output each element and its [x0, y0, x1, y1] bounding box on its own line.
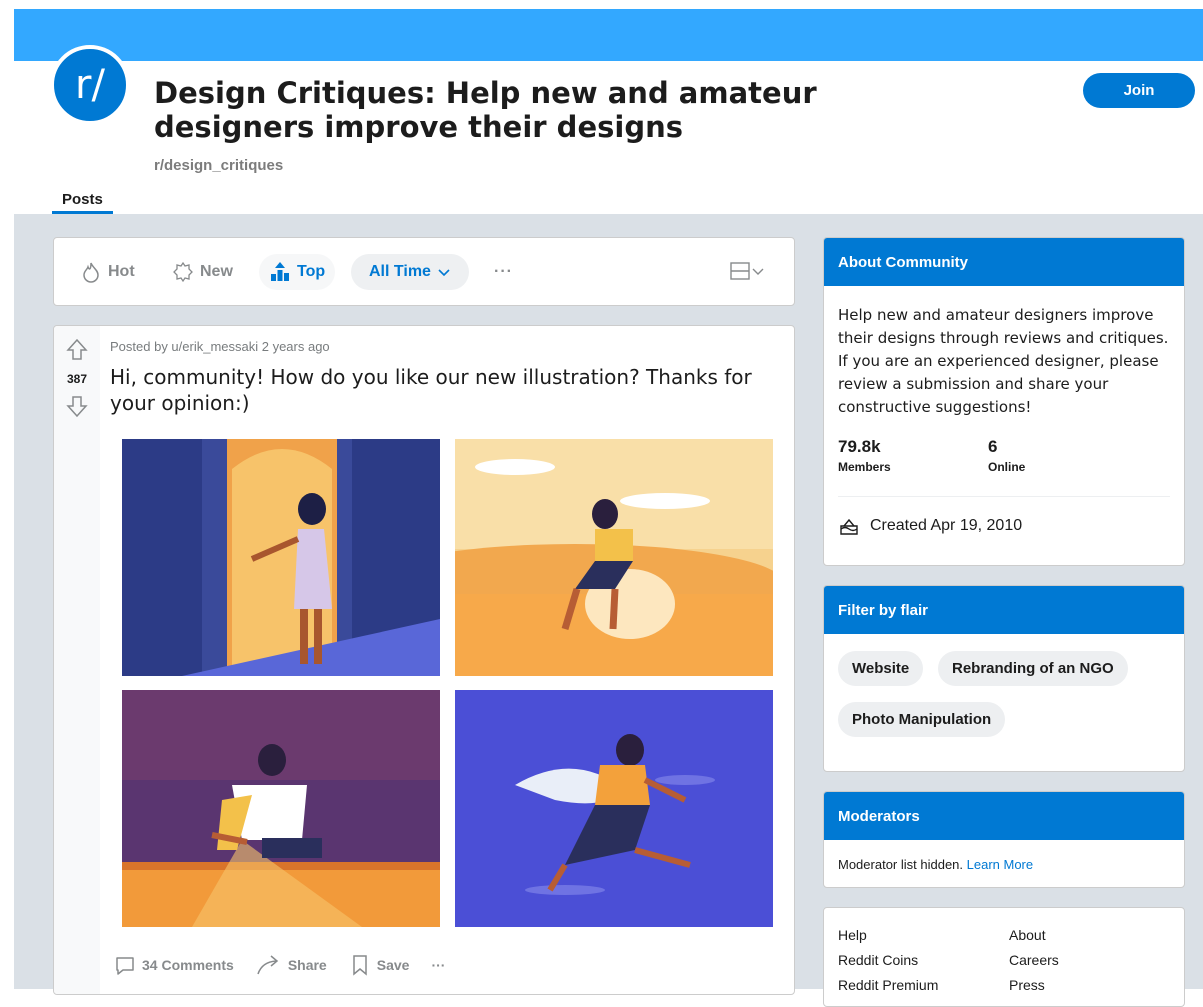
learn-more-link[interactable]: Learn More — [967, 857, 1033, 872]
illustration-window-woman[interactable] — [122, 439, 440, 676]
flair-heading: Filter by flair — [824, 586, 1184, 634]
footer-link-press[interactable]: Press — [1009, 977, 1045, 993]
sort-hot[interactable]: Hot — [70, 254, 145, 290]
illustration-flashlight-woman[interactable] — [122, 690, 440, 927]
about-divider — [838, 496, 1170, 497]
upvote-arrow-icon[interactable] — [66, 338, 88, 362]
sort-more-button[interactable]: ··· — [484, 254, 523, 290]
post-meta[interactable]: Posted by u/erik_messaki 2 years ago — [110, 339, 330, 354]
comments-label: 34 Comments — [142, 957, 234, 973]
online-label: Online — [988, 460, 1026, 474]
flame-icon — [83, 262, 99, 283]
created-label: Created Apr 19, 2010 — [870, 517, 1023, 534]
members-count: 79.8k — [838, 437, 881, 456]
moderators-heading: Moderators — [824, 792, 1184, 840]
subreddit-icon[interactable]: r/ — [50, 45, 130, 125]
join-button[interactable]: Join — [1083, 73, 1195, 108]
tab-posts[interactable]: Posts — [52, 191, 113, 214]
about-description: Help new and amateur designers improve t… — [838, 306, 1169, 416]
about-community-card: About Community Help new and amateur des… — [823, 237, 1185, 566]
time-range-dropdown[interactable]: All Time — [351, 254, 469, 290]
flair-chip-website[interactable]: Website — [838, 651, 924, 686]
sort-top[interactable]: Top — [259, 254, 336, 290]
share-button[interactable]: Share — [256, 954, 327, 976]
chevron-down-icon — [752, 268, 764, 275]
sort-new-label: New — [200, 263, 233, 280]
view-layout-toggle[interactable] — [729, 260, 765, 282]
online-count: 6 — [988, 437, 998, 456]
illustration-flying-woman[interactable] — [455, 690, 773, 927]
subreddit-title: Design Critiques: Help new and amateur d… — [154, 76, 817, 144]
vote-column: 387 — [54, 326, 100, 994]
post-more-button[interactable]: ··· — [431, 957, 445, 973]
save-button[interactable]: Save — [349, 954, 410, 976]
footer-link-careers[interactable]: Careers — [1009, 952, 1059, 968]
vote-count: 387 — [66, 372, 88, 386]
comments-button[interactable]: 34 Comments — [114, 954, 234, 976]
card-view-icon — [730, 262, 750, 280]
top-chart-icon — [271, 262, 289, 281]
sort-hot-label: Hot — [108, 263, 135, 280]
filter-by-flair-card: Filter by flair Website Rebranding of an… — [823, 585, 1185, 772]
subreddit-banner — [14, 9, 1203, 61]
footer-link-about[interactable]: About — [1009, 927, 1046, 943]
time-range-label: All Time — [369, 263, 431, 280]
post-image-gallery[interactable] — [122, 439, 774, 927]
share-label: Share — [287, 957, 327, 973]
moderators-card: Moderators Moderator list hidden. Learn … — [823, 791, 1185, 888]
sort-bar: Hot New Top All Time ··· — [53, 237, 795, 306]
post-card[interactable]: 387 Posted by u/erik_messaki 2 years ago… — [53, 325, 795, 995]
moderators-hidden-text: Moderator list hidden. — [838, 857, 964, 872]
sort-top-label: Top — [297, 263, 326, 280]
sort-new[interactable]: New — [162, 254, 243, 290]
sparkle-badge-icon — [173, 261, 193, 283]
footer-link-help[interactable]: Help — [838, 927, 867, 943]
flair-chip-rebranding[interactable]: Rebranding of an NGO — [938, 651, 1128, 686]
online-stat: 6 Online — [988, 437, 1025, 474]
share-arrow-icon — [257, 955, 278, 975]
subreddit-name: r/design_critiques — [154, 157, 284, 174]
members-stat: 79.8k Members — [838, 437, 891, 474]
post-title[interactable]: Hi, community! How do you like our new i… — [110, 364, 780, 416]
about-heading: About Community — [824, 238, 1184, 286]
members-label: Members — [838, 460, 891, 474]
illustration-lightbulb-woman[interactable] — [455, 439, 773, 676]
flair-chip-photo-manipulation[interactable]: Photo Manipulation — [838, 702, 1006, 737]
created-date: Created Apr 19, 2010 — [838, 515, 1022, 537]
cake-icon — [840, 518, 858, 535]
footer-link-reddit-premium[interactable]: Reddit Premium — [838, 977, 938, 993]
footer-links-card: Help About Reddit Coins Careers Reddit P… — [823, 907, 1185, 1007]
post-actions: 34 Comments Share Save ··· — [114, 954, 467, 976]
save-label: Save — [376, 957, 410, 973]
footer-link-reddit-coins[interactable]: Reddit Coins — [838, 952, 918, 968]
comment-icon — [116, 957, 134, 975]
chevron-down-icon — [438, 269, 450, 277]
downvote-arrow-icon[interactable] — [66, 394, 88, 418]
bookmark-icon — [352, 955, 367, 976]
moderators-text: Moderator list hidden. Learn More — [838, 857, 1033, 872]
subreddit-icon-text: r/ — [75, 62, 105, 108]
